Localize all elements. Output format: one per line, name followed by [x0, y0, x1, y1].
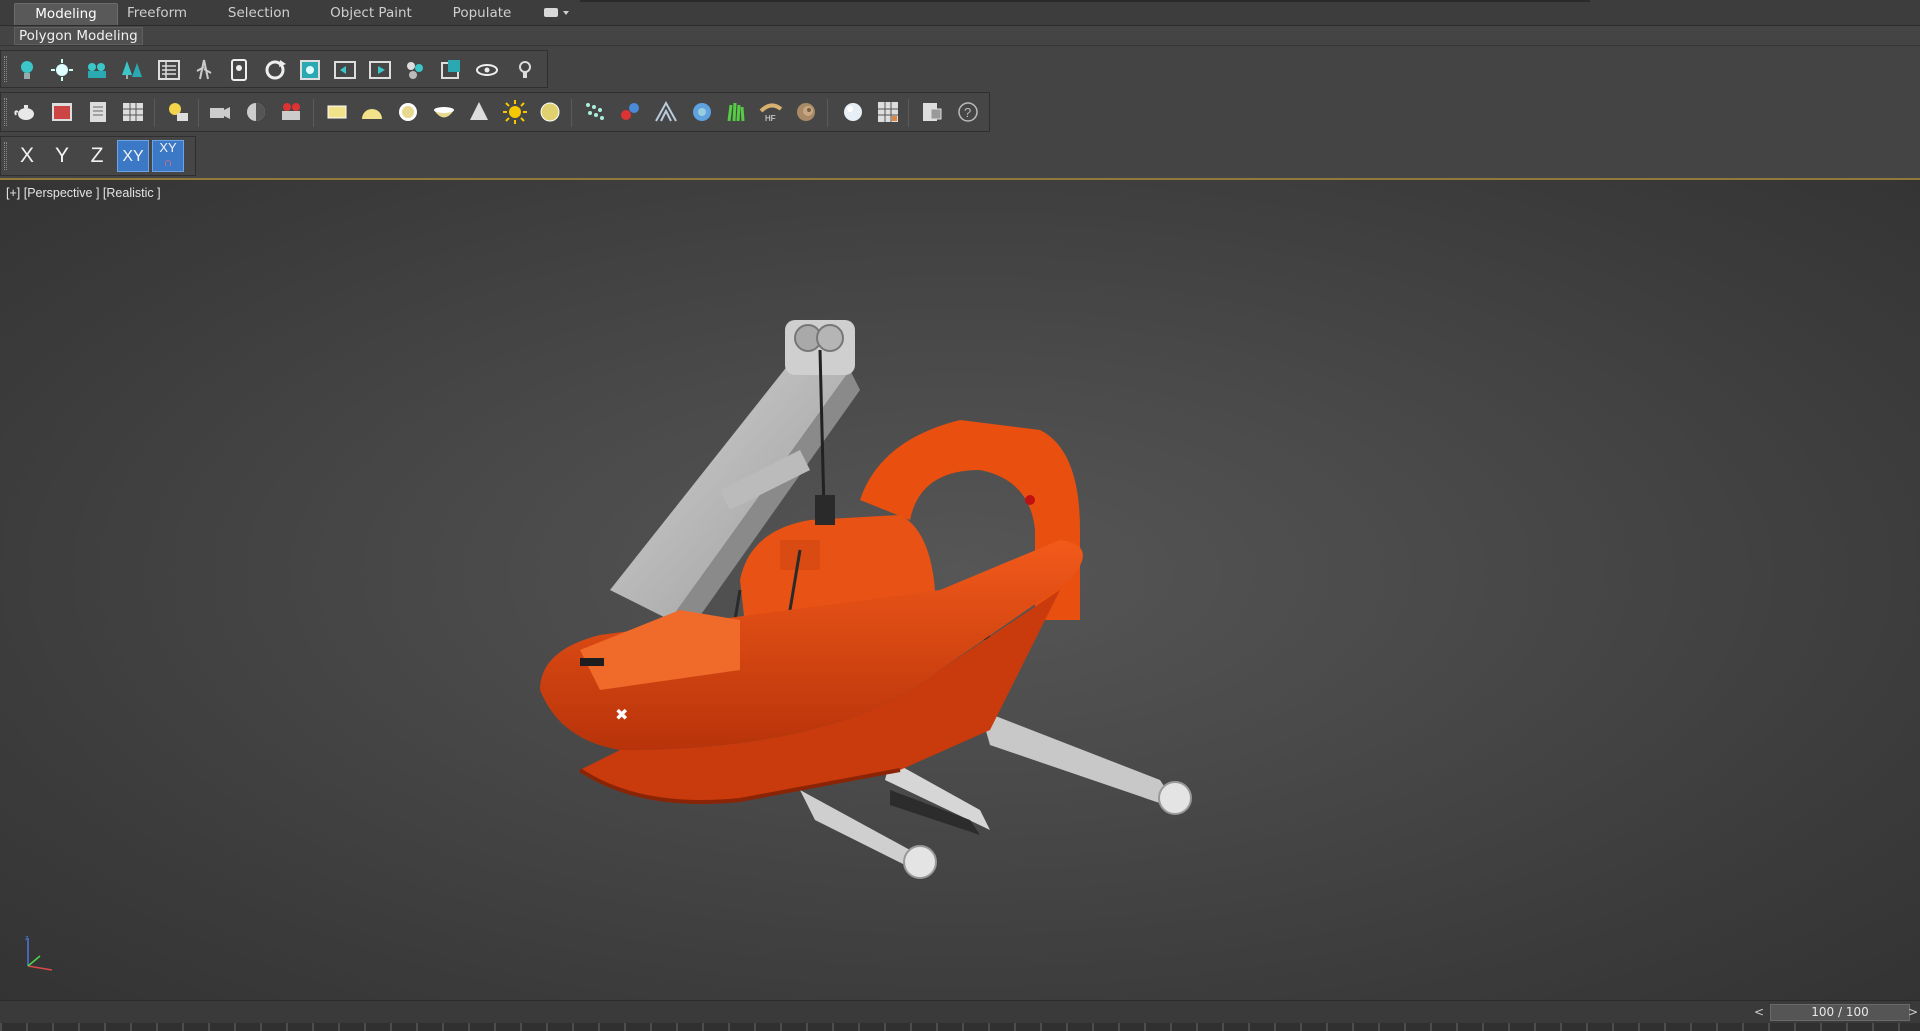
- constrain-xy-snap-label: XY: [159, 140, 177, 155]
- toolbar-separator: [313, 99, 314, 127]
- hemisphere-icon[interactable]: [241, 97, 271, 127]
- sunburst-icon[interactable]: [47, 55, 77, 85]
- move-frame-icon[interactable]: [330, 55, 360, 85]
- list-panel-icon[interactable]: [154, 55, 184, 85]
- light-lister-icon[interactable]: [163, 97, 193, 127]
- tab-object-paint[interactable]: Object Paint: [322, 3, 420, 25]
- toolbar-separator: [154, 99, 155, 127]
- constrain-xy-button[interactable]: XY: [117, 140, 149, 172]
- material-grid-icon[interactable]: [873, 97, 903, 127]
- perspective-viewport[interactable]: [+] [Perspective ] [Realistic ] ✖ z: [0, 178, 1920, 1000]
- toolbar-separator: [827, 99, 828, 127]
- time-slider-thumb[interactable]: 100 / 100: [1770, 1004, 1910, 1021]
- video-camera-icon[interactable]: [277, 97, 307, 127]
- toolbar-grip[interactable]: [4, 142, 7, 170]
- svg-text:z: z: [25, 935, 29, 942]
- rectangle-icon[interactable]: [322, 97, 352, 127]
- render-window-icon[interactable]: [47, 97, 77, 127]
- magnet-icon: ∩: [163, 155, 173, 169]
- time-slider-prev-button[interactable]: <: [1750, 1003, 1768, 1021]
- dome-icon[interactable]: [357, 97, 387, 127]
- tab-freeform[interactable]: Freeform: [118, 3, 196, 25]
- time-slider-bar: < 100 / 100 >: [0, 1000, 1920, 1031]
- toolbar-separator: [198, 99, 199, 127]
- svg-text:HF: HF: [765, 114, 776, 123]
- camera-group-icon[interactable]: [82, 55, 112, 85]
- bowl-icon[interactable]: [429, 97, 459, 127]
- time-slider-next-button[interactable]: >: [1906, 1003, 1920, 1021]
- camera-icon[interactable]: [205, 97, 235, 127]
- gear-sphere-icon[interactable]: [687, 97, 717, 127]
- axis-tripod-icon: z: [25, 935, 53, 971]
- tab-populate[interactable]: Populate: [444, 3, 520, 25]
- ribbon-top-divider: [580, 0, 1590, 2]
- ribbon-tab-bar: Modeling Freeform Selection Object Paint…: [0, 0, 1920, 26]
- sphere-ring-icon[interactable]: [393, 97, 423, 127]
- render-setup-icon[interactable]: [917, 97, 947, 127]
- tab-selection[interactable]: Selection: [218, 3, 300, 25]
- eye-icon[interactable]: [472, 55, 502, 85]
- cluster-icon[interactable]: [400, 55, 430, 85]
- box-frame-icon[interactable]: [436, 55, 466, 85]
- toolbar-grip[interactable]: [4, 56, 7, 82]
- grass-icon[interactable]: [721, 97, 751, 127]
- constrain-z-button[interactable]: Z: [81, 140, 113, 172]
- toolbar-separator: [908, 99, 909, 127]
- capsule-icon[interactable]: [615, 97, 645, 127]
- rotate-icon[interactable]: [260, 55, 290, 85]
- help-icon[interactable]: ?: [953, 97, 983, 127]
- axis-constraints-toolbar: X Y Z XY XY ∩: [0, 136, 196, 176]
- constrain-x-button[interactable]: X: [11, 140, 43, 172]
- foliage-icon[interactable]: [189, 55, 219, 85]
- constrain-xy-snap-button[interactable]: XY ∩: [152, 140, 184, 172]
- sun-icon[interactable]: [500, 97, 530, 127]
- toolbar-lights-cameras: [0, 50, 548, 88]
- tent-icon[interactable]: [651, 97, 681, 127]
- nautilus-icon[interactable]: [791, 97, 821, 127]
- ribbon-options-icon: [544, 8, 558, 17]
- ribbon-options-dropdown[interactable]: [542, 6, 572, 20]
- portrait-icon[interactable]: [224, 55, 254, 85]
- svg-text:?: ?: [964, 105, 971, 120]
- render-frame-icon[interactable]: [295, 55, 325, 85]
- tree-icon[interactable]: [117, 55, 147, 85]
- light-bulb-icon[interactable]: [12, 55, 42, 85]
- viewport-label-menu[interactable]: [+] [Perspective ] [Realistic ]: [6, 186, 161, 200]
- cone-icon[interactable]: [464, 97, 494, 127]
- toolbar-create: HF ?: [0, 92, 990, 132]
- small-light-icon[interactable]: [510, 55, 540, 85]
- toolbar-grip[interactable]: [4, 98, 7, 126]
- film-frame-icon[interactable]: [365, 55, 395, 85]
- document-icon[interactable]: [83, 97, 113, 127]
- polygon-modeling-panel-button[interactable]: Polygon Modeling: [14, 27, 143, 45]
- chevron-down-icon: [563, 11, 569, 15]
- hull-cross-icon: ✖: [615, 707, 628, 724]
- tab-modeling[interactable]: Modeling: [14, 3, 118, 25]
- ribbon-panel-row: Polygon Modeling: [0, 26, 1920, 46]
- particles-icon[interactable]: [580, 97, 610, 127]
- grid-table-icon[interactable]: [118, 97, 148, 127]
- constrain-y-button[interactable]: Y: [46, 140, 78, 172]
- material-sphere-icon[interactable]: [838, 97, 868, 127]
- toolbar-separator: [571, 99, 572, 127]
- hf-icon[interactable]: HF: [756, 97, 786, 127]
- teapot-icon[interactable]: [11, 97, 41, 127]
- rescue-boat-model[interactable]: ✖: [540, 290, 1340, 910]
- disc-icon[interactable]: [535, 97, 565, 127]
